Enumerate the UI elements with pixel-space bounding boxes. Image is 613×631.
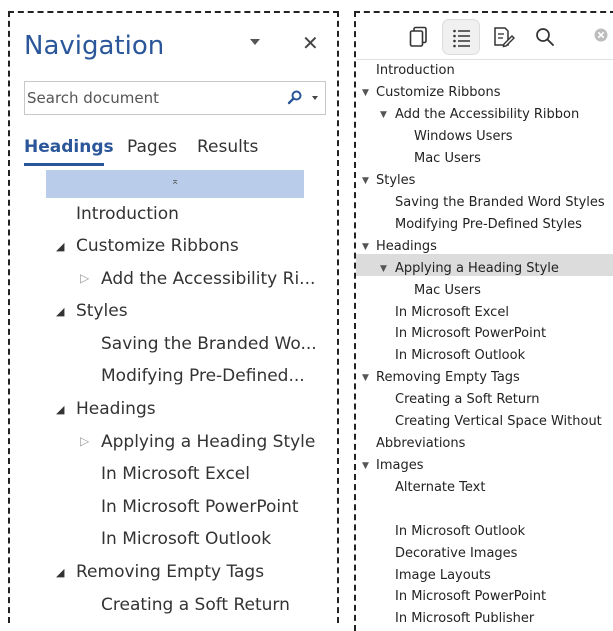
pane-options-dropdown-icon[interactable] (250, 39, 260, 45)
disclosure-triangle-icon[interactable]: ▼ (362, 88, 369, 98)
outline-item-in-microsoft-outlook[interactable]: In Microsoft Outlook (395, 348, 525, 363)
disclosure-triangle-icon[interactable]: ▼ (362, 461, 369, 471)
heading-in-microsoft-excel[interactable]: In Microsoft Excel (101, 464, 250, 484)
outline-item-abbreviations[interactable]: Abbreviations (376, 436, 465, 451)
search-button[interactable] (526, 19, 564, 55)
heading-in-microsoft-outlook[interactable]: In Microsoft Outlook (101, 529, 271, 549)
tab-results[interactable]: Results (197, 137, 258, 157)
outline-item-creating-soft-return[interactable]: Creating a Soft Return (395, 392, 539, 407)
heading-applying-heading-style[interactable]: Applying a Heading Style (101, 432, 315, 452)
heading-introduction[interactable]: Introduction (76, 204, 179, 224)
pane-title: Navigation (24, 31, 165, 61)
disclosure-triangle-icon[interactable]: ▼ (380, 110, 387, 120)
disclosure-triangle-icon[interactable]: ▼ (362, 176, 369, 186)
search-field[interactable] (24, 81, 326, 115)
heading-add-accessibility-ribbon[interactable]: Add the Accessibility Ri... (101, 269, 315, 289)
thumbnails-button[interactable] (400, 19, 438, 55)
close-sidebar-button[interactable] (584, 19, 613, 55)
outline-item-removing-empty-tags[interactable]: Removing Empty Tags (376, 370, 520, 385)
outline-item-in-microsoft-excel[interactable]: In Microsoft Excel (395, 305, 509, 320)
search-input[interactable] (27, 88, 277, 108)
search-icon[interactable] (287, 89, 303, 105)
sidebar-toolbar (356, 13, 613, 59)
outline-item-mac-users[interactable]: Mac Users (414, 151, 481, 166)
close-icon[interactable]: ✕ (302, 31, 319, 55)
toolbar-divider (356, 59, 613, 60)
outline-item-mac-users-2[interactable]: Mac Users (414, 283, 481, 298)
collapsed-arrow-icon[interactable]: ▷ (80, 271, 89, 285)
heading-customize-ribbons[interactable]: Customize Ribbons (76, 236, 239, 256)
markup-button[interactable] (484, 19, 522, 55)
outline-item-modifying-predefined[interactable]: Modifying Pre-Defined Styles (395, 217, 582, 232)
outline-item-alternate-text[interactable]: Alternate Text (395, 480, 485, 495)
active-tab-underline (24, 163, 104, 166)
expanded-arrow-icon[interactable]: ◢ (56, 566, 64, 579)
outline-item-image-layouts[interactable]: Image Layouts (395, 568, 491, 583)
outline-button[interactable] (442, 19, 480, 55)
collapse-marker-icon: ⌅ (171, 176, 180, 187)
heading-headings[interactable]: Headings (76, 399, 156, 419)
navigation-pane-mac: Introduction ▼ Customize Ribbons ▼ Add t… (354, 11, 613, 631)
outline-item-introduction[interactable]: Introduction (376, 63, 455, 78)
outline-item-decorative-images[interactable]: Decorative Images (395, 546, 517, 561)
close-icon (594, 28, 608, 42)
outline-item-in-microsoft-outlook-2[interactable]: In Microsoft Outlook (395, 524, 525, 539)
disclosure-triangle-icon[interactable]: ▼ (380, 264, 387, 274)
outline-item-applying-heading-style[interactable]: Applying a Heading Style (395, 261, 559, 276)
document-start-row[interactable]: ⌅ (46, 170, 304, 198)
tab-headings[interactable]: Headings (24, 137, 114, 157)
markup-icon (494, 27, 515, 48)
search-options-caret-icon[interactable] (312, 96, 318, 100)
expanded-arrow-icon[interactable]: ◢ (56, 305, 64, 318)
outline-item-in-microsoft-powerpoint[interactable]: In Microsoft PowerPoint (395, 326, 546, 341)
outline-item-windows-users[interactable]: Windows Users (414, 129, 513, 144)
navigation-pane-windows: Navigation ✕ Headings Pages Results ⌅ In… (8, 11, 339, 623)
outline-item-creating-vertical-space[interactable]: Creating Vertical Space Without (395, 414, 602, 429)
outline-item-images[interactable]: Images (376, 458, 424, 473)
outline-item-saving-branded-styles[interactable]: Saving the Branded Word Styles (395, 195, 605, 210)
search-icon (536, 28, 554, 46)
heading-removing-empty-tags[interactable]: Removing Empty Tags (76, 562, 264, 582)
heading-in-microsoft-powerpoint[interactable]: In Microsoft PowerPoint (101, 497, 299, 517)
heading-saving-branded-styles[interactable]: Saving the Branded Wo... (101, 334, 317, 354)
expanded-arrow-icon[interactable]: ◢ (56, 240, 64, 253)
outline-item-in-microsoft-powerpoint-2[interactable]: In Microsoft PowerPoint (395, 589, 546, 604)
outline-icon (453, 29, 470, 48)
expanded-arrow-icon[interactable]: ◢ (56, 403, 64, 416)
disclosure-triangle-icon[interactable]: ▼ (362, 242, 369, 252)
thumbnails-icon (409, 26, 427, 47)
collapsed-arrow-icon[interactable]: ▷ (80, 434, 89, 448)
heading-modifying-predefined[interactable]: Modifying Pre-Defined... (101, 366, 305, 386)
heading-creating-soft-return[interactable]: Creating a Soft Return (101, 595, 290, 615)
heading-styles[interactable]: Styles (76, 301, 128, 321)
disclosure-triangle-icon[interactable]: ▼ (362, 373, 369, 383)
outline-item-in-microsoft-publisher[interactable]: In Microsoft Publisher (395, 611, 534, 626)
outline-item-headings[interactable]: Headings (376, 239, 437, 254)
outline-item-customize-ribbons[interactable]: Customize Ribbons (376, 85, 500, 100)
outline-item-add-accessibility-ribbon[interactable]: Add the Accessibility Ribbon (395, 107, 579, 122)
tab-pages[interactable]: Pages (127, 137, 177, 157)
outline-item-styles[interactable]: Styles (376, 173, 415, 188)
